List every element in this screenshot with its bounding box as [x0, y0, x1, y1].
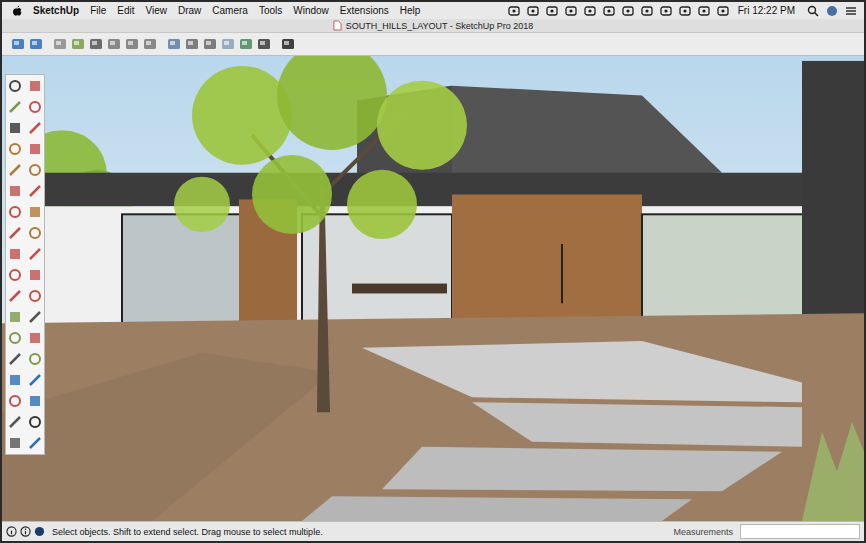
- tool-icon[interactable]: [27, 78, 43, 94]
- menu-item[interactable]: Tools: [259, 5, 282, 16]
- house-model: [2, 56, 864, 521]
- tool-icon[interactable]: [27, 267, 43, 283]
- tool-icon[interactable]: [7, 225, 23, 241]
- flag-icon[interactable]: [716, 5, 730, 17]
- search-icon[interactable]: [806, 5, 820, 17]
- app-menu[interactable]: SketchUp: [33, 5, 79, 16]
- sketchup-screen: SketchUp File Edit View Draw Camera Tools Windo…: [0, 0, 866, 543]
- xray-icon[interactable]: [166, 36, 182, 52]
- box-icon[interactable]: [70, 36, 86, 52]
- tool-icon[interactable]: [7, 99, 23, 115]
- tool-icon[interactable]: [27, 246, 43, 262]
- user-icon[interactable]: [34, 526, 45, 537]
- tool-icon[interactable]: [7, 120, 23, 136]
- tool-icon[interactable]: [27, 330, 43, 346]
- status-message: Select objects. Shift to extend select. …: [52, 527, 323, 537]
- menu-item[interactable]: Extensions: [340, 5, 389, 16]
- tool-icon[interactable]: [7, 435, 23, 451]
- menu-item[interactable]: Camera: [212, 5, 248, 16]
- document-icon: [333, 20, 342, 31]
- apple-icon[interactable]: [12, 5, 23, 17]
- side-view-icon[interactable]: [124, 36, 140, 52]
- volume-icon[interactable]: [678, 5, 692, 17]
- tool-icon[interactable]: [27, 183, 43, 199]
- tool-icon[interactable]: [7, 267, 23, 283]
- tool-icon[interactable]: [27, 162, 43, 178]
- tool-icon[interactable]: [7, 246, 23, 262]
- tool-icon[interactable]: [27, 225, 43, 241]
- menu-item[interactable]: View: [145, 5, 167, 16]
- model-viewport[interactable]: [2, 56, 864, 521]
- tool-icon[interactable]: [27, 120, 43, 136]
- menu-item[interactable]: Edit: [117, 5, 134, 16]
- home-icon[interactable]: [88, 36, 104, 52]
- hidden-line-icon[interactable]: [202, 36, 218, 52]
- tool-icon[interactable]: [27, 99, 43, 115]
- warehouse-icon[interactable]: [280, 36, 296, 52]
- screen-icon[interactable]: [583, 5, 597, 17]
- back-view-icon[interactable]: [142, 36, 158, 52]
- tool-icon[interactable]: [7, 183, 23, 199]
- menu-item[interactable]: Draw: [178, 5, 201, 16]
- tool-icon[interactable]: [27, 393, 43, 409]
- window-title: SOUTH_HILLS_LAYOUT - SketchUp Pro 2018: [346, 21, 534, 31]
- measurements-label: Measurements: [673, 527, 733, 537]
- cloud-icon[interactable]: [545, 5, 559, 17]
- textured-icon[interactable]: [238, 36, 254, 52]
- bluetooth-icon[interactable]: [640, 5, 654, 17]
- monochrome-icon[interactable]: [256, 36, 272, 52]
- status-bar: Select objects. Shift to extend select. …: [2, 521, 864, 541]
- menu-bar: SketchUp File Edit View Draw Camera Tools Windo…: [2, 2, 864, 19]
- menu-item[interactable]: File: [90, 5, 106, 16]
- user-icon[interactable]: [825, 5, 839, 17]
- shaded-icon[interactable]: [220, 36, 236, 52]
- tool-icon[interactable]: [27, 204, 43, 220]
- credits-icon[interactable]: [20, 526, 31, 537]
- monitor-icon[interactable]: [621, 5, 635, 17]
- tool-icon[interactable]: [27, 435, 43, 451]
- title-bar: SOUTH_HILLS_LAYOUT - SketchUp Pro 2018: [2, 19, 864, 33]
- wifi-icon[interactable]: [659, 5, 673, 17]
- geo-icon[interactable]: [6, 526, 17, 537]
- tool-icon[interactable]: [27, 309, 43, 325]
- list-icon[interactable]: [844, 5, 858, 17]
- menu-item[interactable]: Help: [400, 5, 421, 16]
- cube-icon[interactable]: [52, 36, 68, 52]
- tool-icon[interactable]: [27, 351, 43, 367]
- tool-icon[interactable]: [27, 141, 43, 157]
- tool-palette: [5, 74, 45, 455]
- tool-icon[interactable]: [7, 309, 23, 325]
- tool-icon[interactable]: [7, 330, 23, 346]
- tool-icon[interactable]: [7, 162, 23, 178]
- tool-icon[interactable]: [7, 372, 23, 388]
- chat-icon[interactable]: [564, 5, 578, 17]
- toolbar: [2, 33, 864, 56]
- measurements-field[interactable]: [740, 524, 860, 539]
- tag-icon[interactable]: [602, 5, 616, 17]
- tool-icon[interactable]: [7, 414, 23, 430]
- front-view-icon[interactable]: [106, 36, 122, 52]
- tool-icon[interactable]: [7, 393, 23, 409]
- dropbox-icon[interactable]: [507, 5, 521, 17]
- menu-item[interactable]: Window: [293, 5, 329, 16]
- tool-icon[interactable]: [7, 351, 23, 367]
- tool-icon[interactable]: [7, 141, 23, 157]
- tool-icon[interactable]: [7, 288, 23, 304]
- sync-icon[interactable]: [526, 5, 540, 17]
- battery-icon[interactable]: [697, 5, 711, 17]
- tool-icon[interactable]: [7, 204, 23, 220]
- tool-icon[interactable]: [27, 414, 43, 430]
- redo-icon[interactable]: [28, 36, 44, 52]
- wireframe-icon[interactable]: [184, 36, 200, 52]
- undo-icon[interactable]: [10, 36, 26, 52]
- tool-icon[interactable]: [27, 372, 43, 388]
- clock[interactable]: Fri 12:22 PM: [738, 5, 795, 16]
- tool-icon[interactable]: [27, 288, 43, 304]
- tool-icon[interactable]: [7, 78, 23, 94]
